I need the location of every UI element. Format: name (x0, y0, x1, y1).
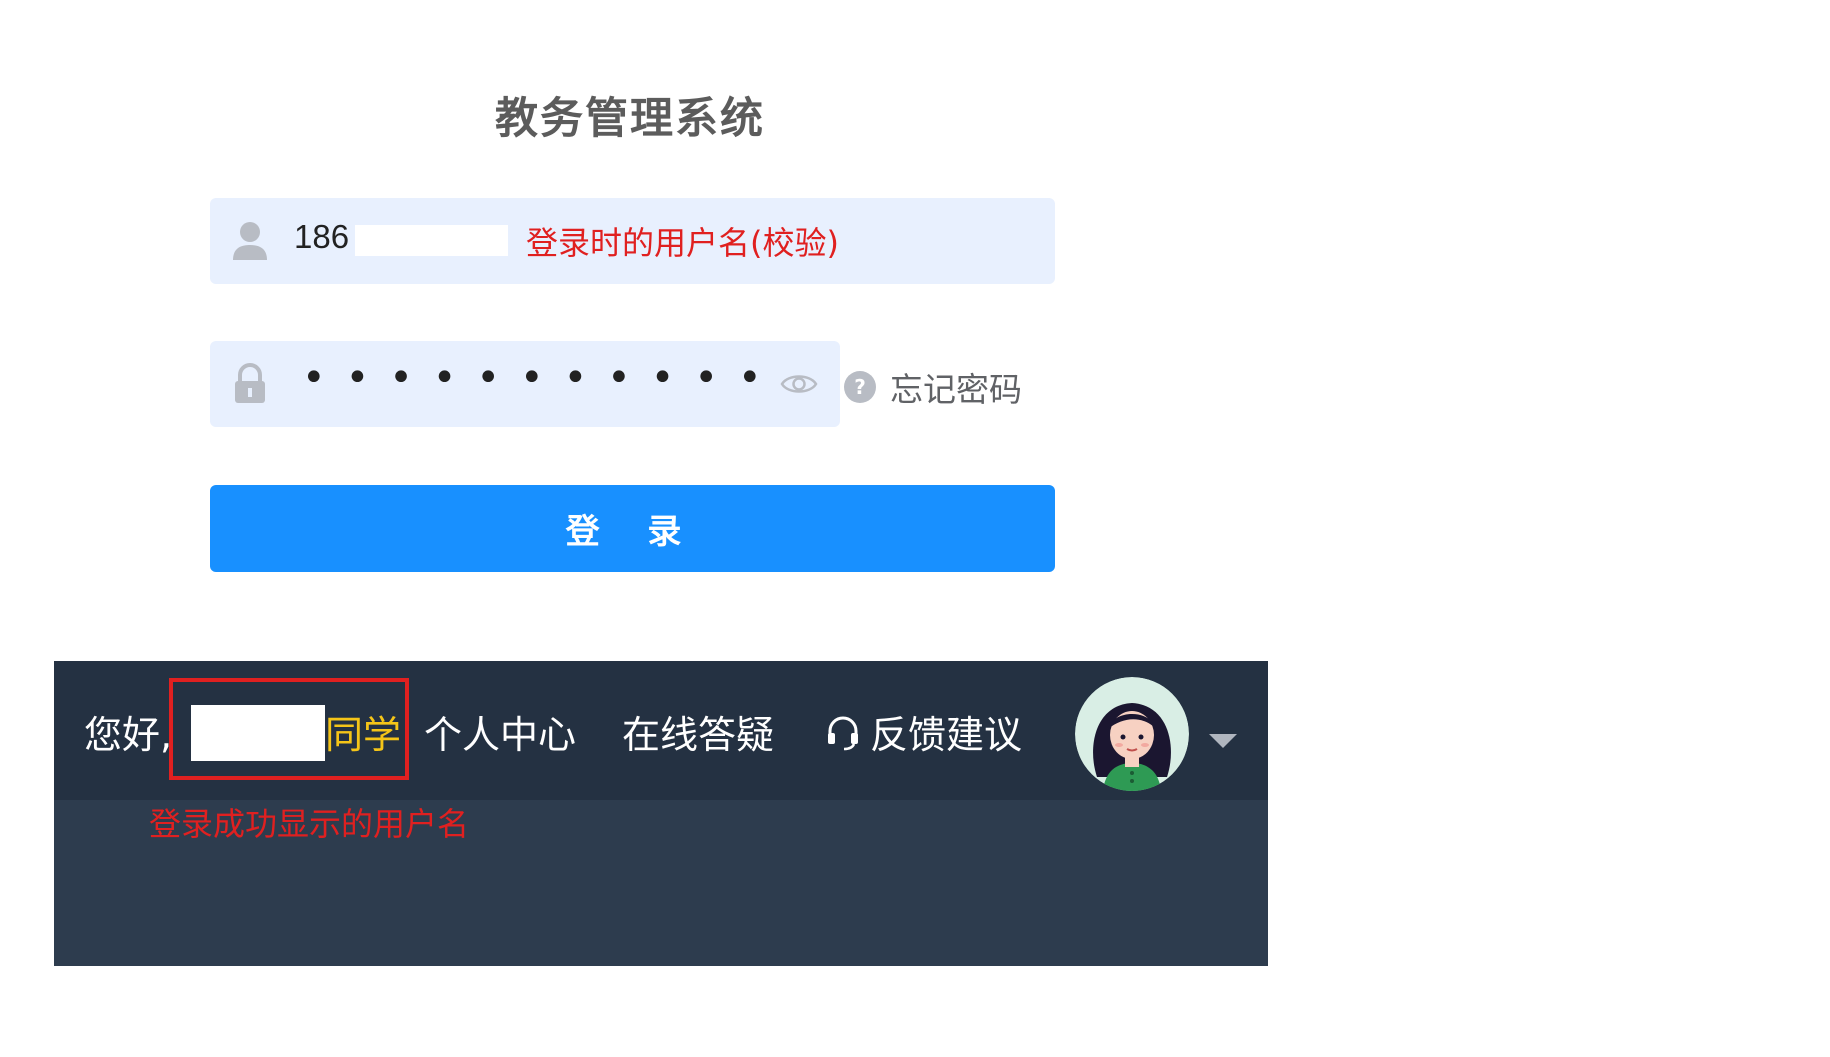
avatar[interactable] (1075, 677, 1189, 791)
username-annotation: 登录时的用户名(校验) (526, 224, 839, 262)
password-value: ••••••••••• (302, 355, 782, 401)
headset-icon (824, 713, 862, 751)
nav-online-qa[interactable]: 在线答疑 (622, 704, 774, 759)
login-button[interactable]: 登 录 (210, 485, 1055, 572)
password-field[interactable]: ••••••••••• (210, 341, 840, 427)
eye-icon[interactable] (780, 366, 818, 402)
svg-text:?: ? (854, 375, 866, 399)
feedback-label: 反馈建议 (870, 713, 1023, 757)
lock-icon (225, 359, 275, 409)
navbar-header: 您好, 同学 个人中心 在线答疑 反馈建议 (54, 661, 1268, 800)
forgot-password-link[interactable]: ? 忘记密码 (844, 365, 1022, 409)
forgot-password-label: 忘记密码 (890, 370, 1022, 409)
username-redaction (355, 225, 508, 256)
page-title: 教务管理系统 (495, 94, 765, 144)
navbar: 您好, 同学 个人中心 在线答疑 反馈建议 登录成功显示的用户名 (54, 661, 1268, 966)
username-field[interactable]: 186 登录时的用户名(校验) (210, 198, 1055, 284)
greeting-text: 您好, (84, 713, 173, 757)
username-highlight-box (169, 678, 409, 780)
username-value: 186 (294, 218, 350, 255)
chevron-down-icon[interactable] (1209, 734, 1237, 748)
nav-personal-center[interactable]: 个人中心 (424, 704, 576, 759)
success-annotation: 登录成功显示的用户名 (149, 805, 470, 843)
user-icon (225, 216, 275, 266)
question-icon: ? (844, 371, 876, 403)
nav-feedback[interactable]: 反馈建议 (824, 704, 1022, 759)
